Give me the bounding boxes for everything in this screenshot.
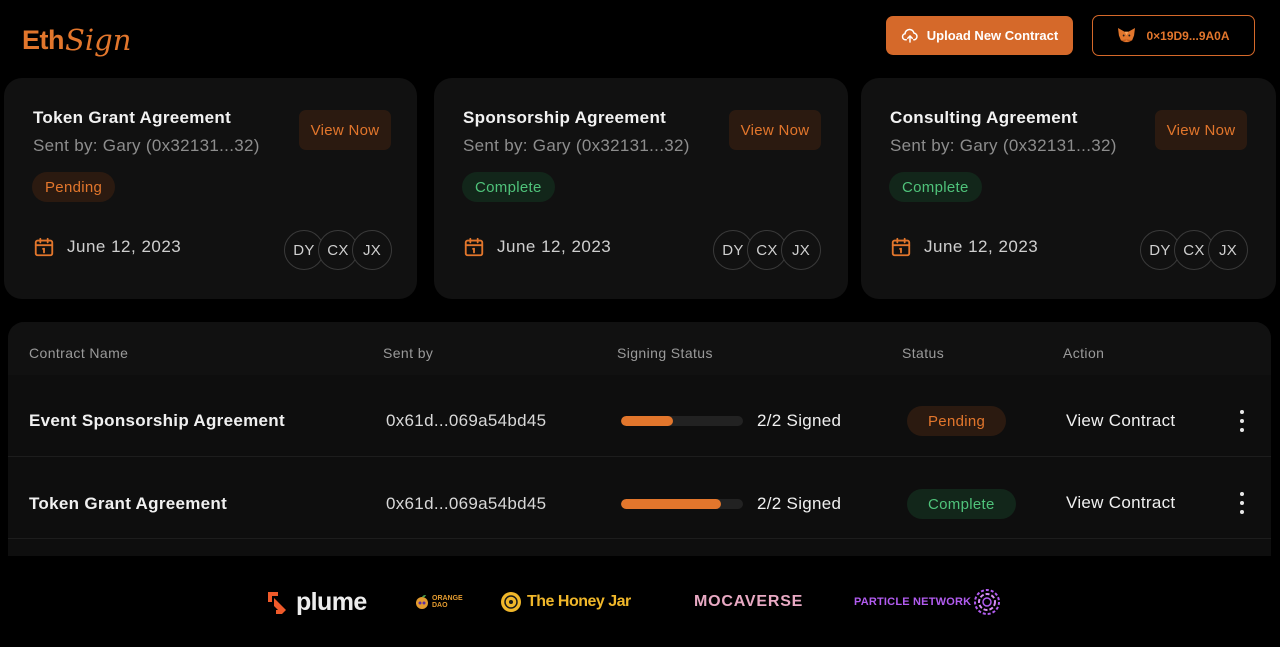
agreement-card: Token Grant Agreement Sent by: Gary (0x3… (4, 78, 417, 299)
status-badge: Pending (32, 172, 116, 202)
view-now-button[interactable]: View Now (299, 110, 391, 150)
orange-dao-logo: ORANGE DAO (415, 594, 463, 610)
agreement-card: Sponsorship Agreement Sent by: Gary (0x3… (434, 78, 848, 299)
signing-progress-fill (621, 499, 722, 509)
signing-progress-fill (621, 416, 674, 426)
signing-progress-bar (621, 499, 743, 509)
mocaverse-logo: MOCAVERSE (694, 593, 804, 610)
calendar-icon (464, 237, 484, 257)
card-sender: Sent by: Gary (0x32131...32) (33, 136, 260, 155)
table-row[interactable]: Event Sponsorship Agreement 0x61d...069a… (8, 375, 1271, 457)
sender-address: 0x61d...069a54bd45 (386, 411, 547, 430)
card-date-text: June 12, 2023 (67, 237, 182, 256)
avatar[interactable]: JX (781, 230, 821, 270)
status-badge: Complete (889, 172, 982, 202)
card-title: Consulting Agreement (890, 108, 1078, 127)
agreement-card: Consulting Agreement Sent by: Gary (0x32… (861, 78, 1276, 299)
column-header-signing-status[interactable]: Signing Status (617, 345, 713, 361)
more-options-icon[interactable] (1239, 492, 1245, 514)
card-date: June 12, 2023 (463, 236, 611, 258)
particle-network-logo: PARTICLE NETWORK (854, 588, 1001, 616)
card-date: June 12, 2023 (890, 236, 1038, 258)
calendar-icon (34, 237, 54, 257)
contracts-table: Contract Name Sent by Signing Status Sta… (8, 322, 1271, 572)
orange-dao-text-line2: DAO (432, 602, 448, 609)
contract-name: Token Grant Agreement (29, 494, 228, 513)
sender-address: 0x61d...069a54bd45 (386, 494, 547, 513)
signed-count: 2/2 Signed (757, 494, 842, 513)
card-sender: Sent by: Gary (0x32131...32) (890, 136, 1117, 155)
logo-eth-text: Eth (22, 24, 65, 55)
honey-jar-logo: The Honey Jar (500, 591, 631, 613)
status-badge: Pending (907, 406, 1007, 436)
metamask-fox-icon (1118, 27, 1136, 43)
card-title: Token Grant Agreement (33, 108, 232, 127)
signing-progress-bar (621, 416, 743, 426)
plume-logo: plume (266, 588, 367, 617)
wallet-address-text: 0×19D9...9A0A (1146, 28, 1230, 43)
column-header-sent-by[interactable]: Sent by (383, 345, 433, 361)
wallet-address-button[interactable]: 0×19D9...9A0A (1092, 15, 1255, 56)
view-contract-link[interactable]: View Contract (1066, 493, 1175, 513)
plume-mark-icon (268, 591, 286, 614)
orange-dao-mark-icon (416, 595, 428, 609)
column-header-status[interactable]: Status (902, 345, 944, 361)
upload-button-label: Upload New Contract (926, 28, 1059, 43)
more-options-icon[interactable] (1239, 410, 1245, 432)
avatar[interactable]: JX (352, 230, 392, 270)
particle-network-ring-icon (974, 589, 1001, 615)
status-badge: Complete (907, 489, 1016, 519)
cloud-upload-icon (901, 28, 918, 43)
card-date: June 12, 2023 (33, 236, 181, 258)
avatar[interactable]: JX (1208, 230, 1248, 270)
view-now-button[interactable]: View Now (1155, 110, 1247, 150)
status-badge: Complete (462, 172, 555, 202)
table-header: Contract Name Sent by Signing Status Sta… (8, 322, 1271, 375)
honey-jar-text: The Honey Jar (527, 593, 631, 610)
signer-avatars: DY CX JX (284, 230, 392, 270)
view-now-button[interactable]: View Now (729, 110, 821, 150)
honey-jar-badge-icon (501, 592, 521, 612)
table-row[interactable]: Token Grant Agreement 0x61d...069a54bd45… (8, 457, 1271, 539)
card-date-text: June 12, 2023 (924, 237, 1039, 256)
calendar-icon (891, 237, 911, 257)
plume-logo-text: plume (296, 588, 367, 616)
view-contract-link[interactable]: View Contract (1066, 411, 1175, 431)
ethsign-logo[interactable]: Eth Sign (22, 18, 131, 62)
partner-logos: plume ORANGE DAO The Honey Jar MOCAVERSE… (0, 556, 1280, 647)
column-header-action[interactable]: Action (1063, 345, 1104, 361)
card-sender: Sent by: Gary (0x32131...32) (463, 136, 690, 155)
card-title: Sponsorship Agreement (463, 108, 667, 127)
signer-avatars: DY CX JX (1140, 230, 1248, 270)
contract-name: Event Sponsorship Agreement (29, 411, 285, 430)
orange-dao-text-line1: ORANGE (432, 595, 463, 602)
upload-new-contract-button[interactable]: Upload New Contract (886, 16, 1073, 55)
logo-sign-text: Sign (65, 23, 132, 57)
signed-count: 2/2 Signed (757, 411, 842, 430)
particle-network-text: PARTICLE NETWORK (854, 596, 972, 608)
signer-avatars: DY CX JX (713, 230, 821, 270)
column-header-contract-name[interactable]: Contract Name (29, 345, 128, 361)
card-date-text: June 12, 2023 (497, 237, 612, 256)
